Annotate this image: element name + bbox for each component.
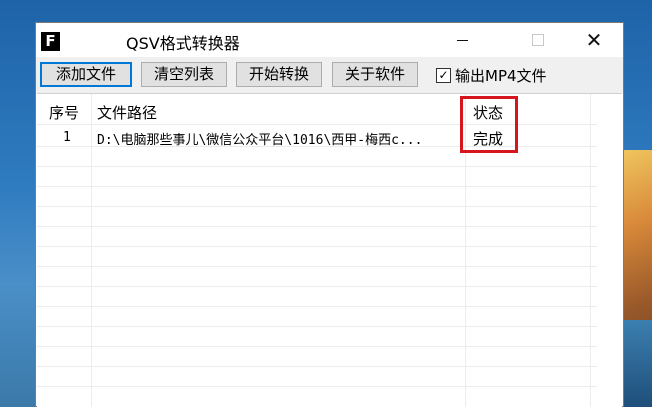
app-window: F QSV格式转换器 ✕ 添加文件 清空列表 开始转换 关于软件 ✓ 输出MP4… [35, 22, 624, 407]
grid-column-line [91, 94, 92, 407]
maximize-button [515, 23, 561, 57]
minimize-icon [456, 39, 468, 41]
grid-row-line [37, 266, 597, 267]
grid-row-line [37, 346, 597, 347]
app-icon: F [41, 32, 60, 51]
row-index: 1 [63, 130, 71, 145]
toolbar: 添加文件 清空列表 开始转换 关于软件 ✓ 输出MP4文件 [36, 57, 623, 93]
grid-row-line [37, 166, 597, 167]
add-file-button[interactable]: 添加文件 [40, 62, 132, 87]
clear-list-button[interactable]: 清空列表 [141, 62, 227, 87]
about-button[interactable]: 关于软件 [332, 62, 418, 87]
column-header-index[interactable]: 序号 [49, 102, 79, 123]
column-header-path[interactable]: 文件路径 [97, 102, 157, 123]
title-bar[interactable]: F QSV格式转换器 ✕ [36, 23, 623, 57]
close-icon: ✕ [585, 28, 603, 52]
grid-row-line [37, 326, 597, 327]
grid-row-line [37, 366, 597, 367]
file-list[interactable]: 序号 文件路径 状态 1 D:\电脑那些事儿\微信公众平台\1016\西甲-梅西… [37, 93, 622, 407]
grid-row-line [37, 306, 597, 307]
start-convert-button[interactable]: 开始转换 [236, 62, 322, 87]
status-highlight-box [460, 96, 518, 153]
grid-column-line [590, 94, 591, 407]
list-scroll-area [598, 94, 622, 407]
grid-row-line [37, 186, 597, 187]
output-mp4-option[interactable]: ✓ 输出MP4文件 [436, 65, 547, 85]
row-path[interactable]: D:\电脑那些事儿\微信公众平台\1016\西甲-梅西c... [97, 129, 422, 148]
grid-row-line [37, 246, 597, 247]
maximize-icon [532, 34, 544, 46]
grid-row-line [37, 286, 597, 287]
window-title: QSV格式转换器 [126, 34, 240, 53]
grid-row-line [37, 386, 597, 387]
minimize-button[interactable] [439, 23, 485, 57]
output-mp4-label: 输出MP4文件 [455, 66, 547, 85]
grid-row-line [37, 226, 597, 227]
close-button[interactable]: ✕ [571, 23, 617, 57]
grid-row-line [37, 206, 597, 207]
checkbox-checked-icon[interactable]: ✓ [436, 67, 451, 83]
